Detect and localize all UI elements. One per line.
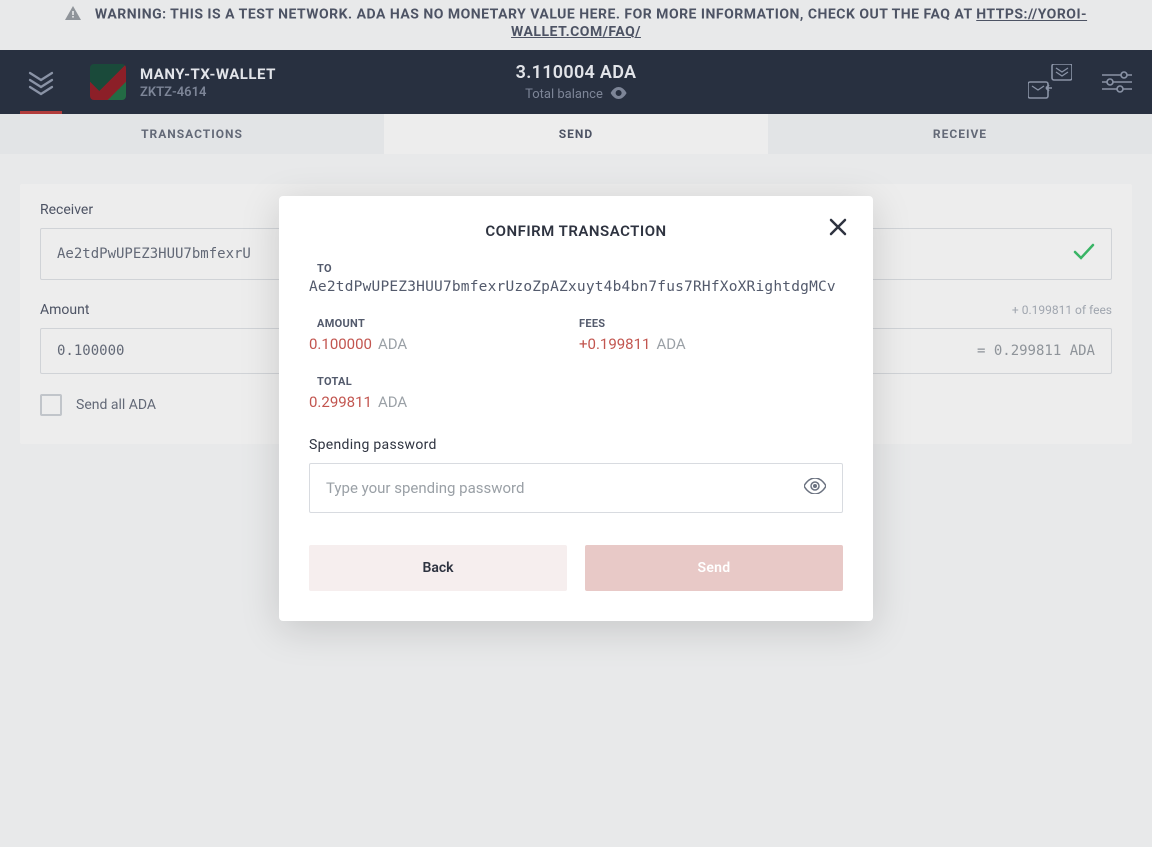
- fees-hint: + 0.199811 of fees: [1012, 303, 1112, 317]
- tab-receive[interactable]: RECEIVE: [768, 114, 1152, 154]
- password-placeholder: Type your spending password: [326, 479, 524, 497]
- total-unit: ADA: [378, 393, 407, 411]
- wallet-name: MANY-TX-WALLET: [140, 65, 276, 83]
- send-all-checkbox[interactable]: [40, 394, 62, 416]
- tab-transactions[interactable]: TRANSACTIONS: [0, 114, 384, 154]
- amount-value: 0.100000: [57, 343, 124, 359]
- check-icon: [1073, 243, 1095, 265]
- header: MANY-TX-WALLET ZKTZ-4614 3.110004 ADA To…: [0, 50, 1152, 114]
- total-value-modal: 0.299811: [309, 393, 372, 411]
- transfer-icon[interactable]: [1028, 64, 1072, 100]
- warning-icon: [65, 6, 81, 24]
- amount-value-modal: 0.100000: [309, 335, 372, 353]
- balance-label: Total balance: [525, 87, 603, 102]
- to-label: TO: [317, 262, 843, 275]
- amount-unit: ADA: [378, 335, 407, 353]
- warning-text: WARNING: THIS IS A TEST NETWORK. ADA HAS…: [95, 7, 976, 23]
- warning-bar: WARNING: THIS IS A TEST NETWORK. ADA HAS…: [0, 0, 1152, 50]
- fees-unit: ADA: [656, 335, 685, 353]
- wallet-selector[interactable]: MANY-TX-WALLET ZKTZ-4614: [90, 64, 276, 100]
- wallet-avatar: [90, 64, 126, 100]
- balance-value: 3.110004 ADA: [516, 62, 637, 83]
- logo-active-indicator: [20, 111, 62, 114]
- send-button[interactable]: Send: [585, 545, 843, 591]
- wallet-id: ZKTZ-4614: [140, 85, 276, 100]
- fees-label-modal: FEES: [579, 317, 686, 330]
- receiver-value: Ae2tdPwUPEZ3HUU7bmfexrU: [57, 246, 251, 262]
- eye-icon[interactable]: [611, 87, 627, 103]
- tabs: TRANSACTIONS SEND RECEIVE: [0, 114, 1152, 154]
- modal-title: CONFIRM TRANSACTION: [309, 222, 843, 240]
- tab-send[interactable]: SEND: [384, 114, 768, 154]
- balance-block: 3.110004 ADA Total balance: [516, 62, 637, 103]
- send-all-label: Send all ADA: [76, 397, 156, 413]
- amount-label-modal: AMOUNT: [317, 317, 519, 330]
- total-label-modal: TOTAL: [317, 375, 843, 388]
- settings-icon[interactable]: [1102, 71, 1132, 93]
- password-label: Spending password: [309, 437, 843, 453]
- to-address: Ae2tdPwUPEZ3HUU7bmfexrUzoZpAZxuyt4b4bn7f…: [309, 279, 843, 295]
- total-hint: = 0.299811 ADA: [977, 343, 1095, 359]
- eye-icon[interactable]: [804, 478, 826, 498]
- fees-value-modal: +0.199811: [579, 335, 650, 353]
- back-button[interactable]: Back: [309, 545, 567, 591]
- app-logo[interactable]: [20, 61, 62, 103]
- confirm-transaction-modal: CONFIRM TRANSACTION TO Ae2tdPwUPEZ3HUU7b…: [279, 196, 873, 621]
- close-icon[interactable]: [829, 218, 847, 240]
- amount-label: Amount: [40, 302, 89, 318]
- password-input[interactable]: Type your spending password: [309, 463, 843, 513]
